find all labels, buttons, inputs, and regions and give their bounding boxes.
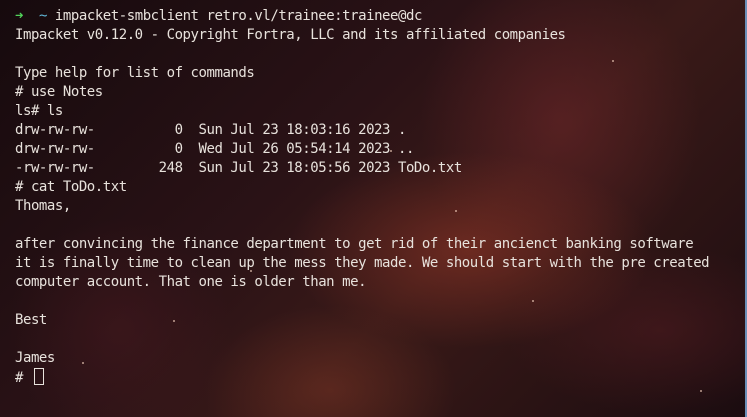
output-line: drw-rw-rw- 0 Wed Jul 26 05:54:14 2023 ..: [15, 141, 414, 157]
output-line: computer account. That one is older than…: [15, 274, 367, 290]
prompt-arrow-icon: ➜: [15, 8, 23, 24]
prompt-line: ➜ ~ impacket-smbclient retro.vl/trainee:…: [15, 7, 422, 26]
output-line: # cat ToDo.txt: [15, 179, 127, 195]
output-line: # use Notes: [15, 84, 103, 100]
output-line: Impacket v0.12.0 - Copyright Fortra, LLC…: [15, 27, 566, 43]
text-cursor[interactable]: [33, 368, 44, 385]
output-line: James: [15, 350, 55, 366]
output-line: it is finally time to clean up the mess …: [15, 255, 710, 271]
terminal-window[interactable]: ➜ ~ impacket-smbclient retro.vl/trainee:…: [0, 0, 747, 417]
prompt-cwd: ~: [38, 8, 47, 24]
input-prompt-line[interactable]: #: [15, 368, 44, 387]
output-line: -rw-rw-rw- 248 Sun Jul 23 18:05:56 2023 …: [15, 160, 462, 176]
prompt-command: impacket-smbclient retro.vl/trainee:trai…: [54, 8, 422, 24]
output-line: after convincing the finance department …: [15, 236, 694, 252]
smb-prompt: #: [15, 370, 23, 386]
output-line: drw-rw-rw- 0 Sun Jul 23 18:03:16 2023 .: [15, 122, 406, 138]
output-line: ls# ls: [15, 103, 63, 119]
output-line: Thomas,: [15, 198, 71, 214]
output-line: Best: [15, 312, 47, 328]
output-line: Type help for list of commands: [15, 65, 255, 81]
